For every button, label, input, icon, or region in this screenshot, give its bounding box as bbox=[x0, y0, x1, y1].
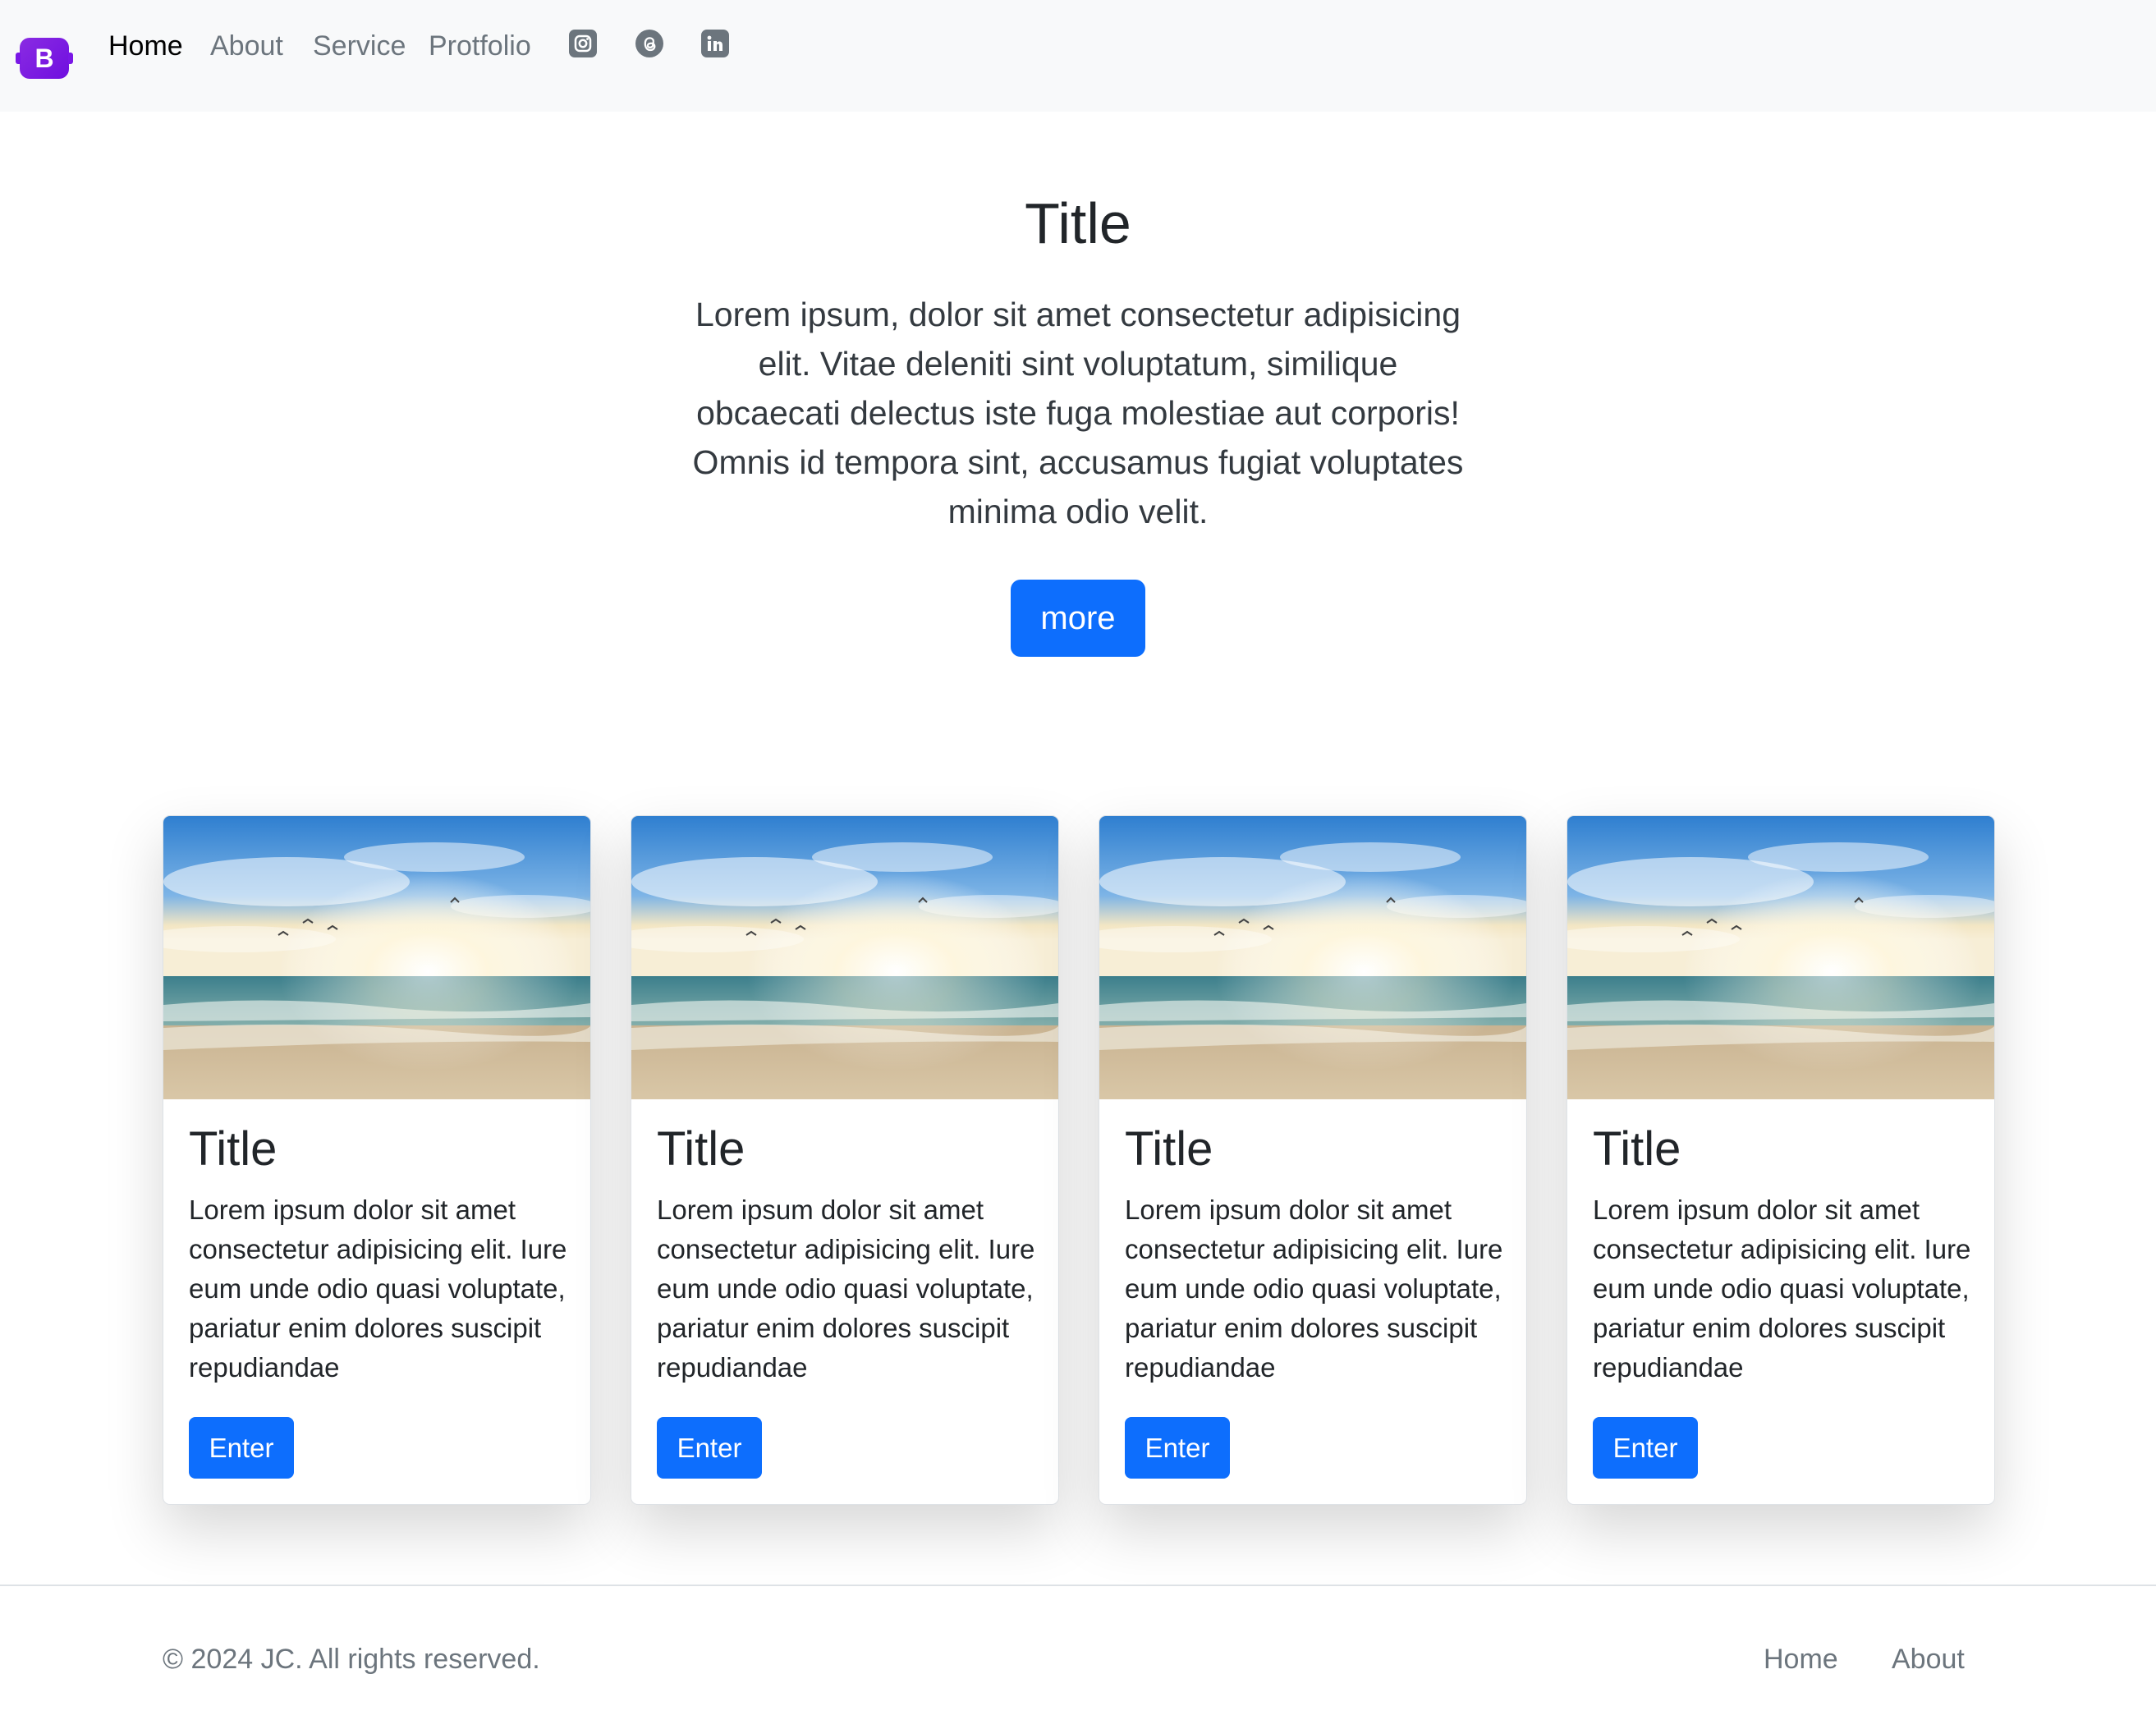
hero-title: Title bbox=[1025, 191, 1131, 255]
card-text: Lorem ipsum dolor sit amet consectetur a… bbox=[657, 1195, 1035, 1383]
navbar: B Home About Service Protfolio bbox=[0, 0, 2156, 112]
nav-link-portfolio[interactable]: Protfolio bbox=[429, 28, 531, 64]
threads-icon[interactable] bbox=[635, 30, 663, 57]
linkedin-icon[interactable] bbox=[701, 30, 729, 57]
nav-link-home[interactable]: Home bbox=[108, 28, 183, 64]
card: Title Lorem ipsum dolor sit amet consect… bbox=[631, 815, 1059, 1505]
bootstrap-logo-icon[interactable]: B bbox=[16, 38, 73, 79]
nav-link-service[interactable]: Service bbox=[313, 28, 406, 64]
card-title: Title bbox=[189, 1122, 278, 1176]
beach-image bbox=[631, 816, 1058, 1099]
enter-button[interactable]: Enter bbox=[657, 1417, 762, 1479]
beach-image bbox=[1099, 816, 1526, 1099]
card-text: Lorem ipsum dolor sit amet consectetur a… bbox=[189, 1195, 567, 1383]
card-title: Title bbox=[657, 1122, 745, 1176]
more-button[interactable]: more bbox=[1011, 580, 1145, 657]
card-title: Title bbox=[1125, 1122, 1213, 1176]
beach-image bbox=[163, 816, 590, 1099]
footer-link-about[interactable]: About bbox=[1892, 1639, 1965, 1680]
card-title: Title bbox=[1593, 1122, 1681, 1176]
copyright-text: © 2024 JC. All rights reserved. bbox=[163, 1644, 540, 1675]
enter-button[interactable]: Enter bbox=[1593, 1417, 1698, 1479]
footer-divider bbox=[0, 1585, 2156, 1586]
instagram-icon[interactable] bbox=[569, 30, 597, 57]
nav-link-about[interactable]: About bbox=[210, 28, 283, 64]
card: Title Lorem ipsum dolor sit amet consect… bbox=[1567, 815, 1995, 1505]
footer-link-home[interactable]: Home bbox=[1764, 1639, 1838, 1680]
card-text: Lorem ipsum dolor sit amet consectetur a… bbox=[1125, 1195, 1503, 1383]
enter-button[interactable]: Enter bbox=[1125, 1417, 1230, 1479]
card: Title Lorem ipsum dolor sit amet consect… bbox=[1099, 815, 1527, 1505]
card: Title Lorem ipsum dolor sit amet consect… bbox=[163, 815, 591, 1505]
hero-text: Lorem ipsum, dolor sit amet consectetur … bbox=[692, 296, 1464, 530]
beach-image bbox=[1567, 816, 1994, 1099]
enter-button[interactable]: Enter bbox=[189, 1417, 294, 1479]
card-text: Lorem ipsum dolor sit amet consectetur a… bbox=[1593, 1195, 1971, 1383]
